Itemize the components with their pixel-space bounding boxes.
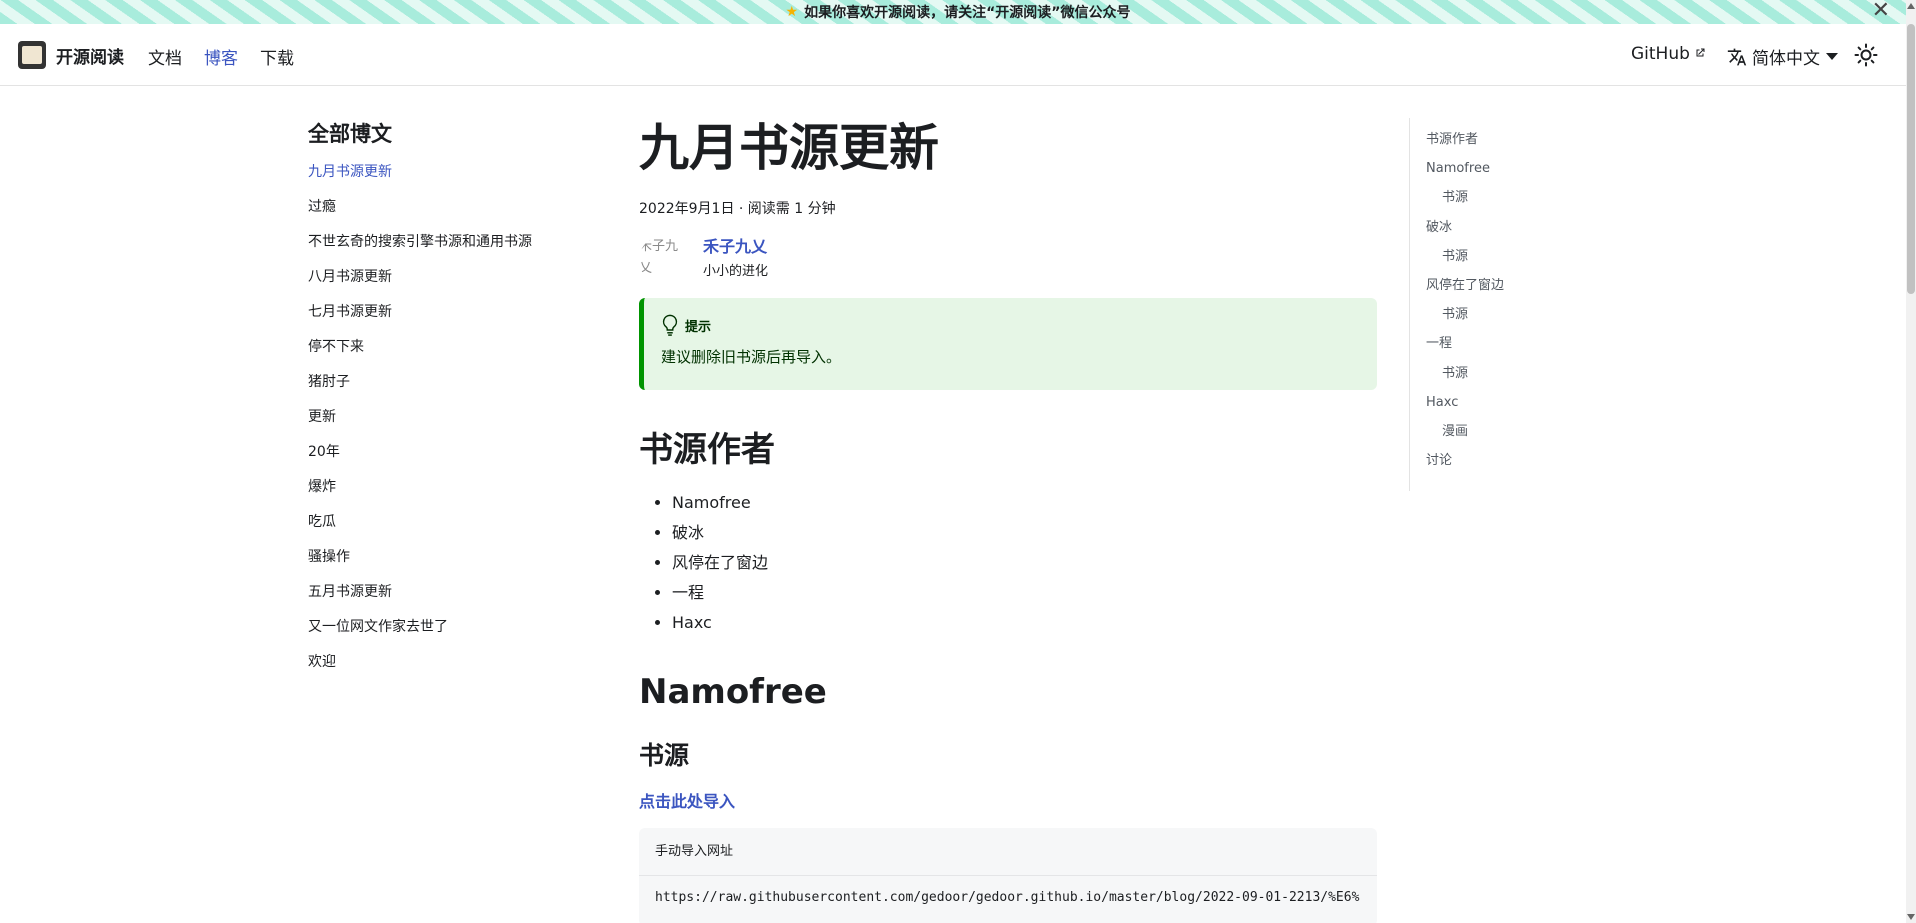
list-item: Namofree: [672, 488, 1377, 518]
sidebar-item-post[interactable]: 爆炸: [308, 477, 568, 512]
toc-item[interactable]: 一程: [1426, 334, 1609, 363]
toc-subitem[interactable]: 书源: [1426, 247, 1609, 276]
code-block-title: 手动导入网址: [639, 828, 1377, 876]
external-link-icon: [1694, 47, 1706, 62]
post-meta: 2022年9月1日 · 阅读需 1 分钟: [639, 201, 836, 217]
toc-item[interactable]: 讨论: [1426, 451, 1609, 480]
theme-toggle-button[interactable]: [1854, 43, 1878, 67]
github-link[interactable]: GitHub: [1631, 44, 1706, 64]
list-item: 破冰: [672, 518, 1377, 548]
list-item: Haxc: [672, 608, 1377, 638]
tip-label: 提示: [685, 319, 712, 335]
author-name-link[interactable]: 禾子九乂: [703, 236, 768, 258]
toc-item[interactable]: 破冰: [1426, 218, 1609, 247]
scrollbar[interactable]: [1906, 0, 1916, 923]
nav-link-blog[interactable]: 博客: [204, 44, 238, 69]
toc-item[interactable]: Haxc: [1426, 393, 1609, 422]
sidebar-item-post[interactable]: 七月书源更新: [308, 302, 568, 337]
logo-icon: [18, 41, 46, 69]
post-title: 九月书源更新: [639, 119, 939, 177]
tip-text: 建议删除旧书源后再导入。: [661, 348, 842, 366]
import-link[interactable]: 点击此处导入: [639, 788, 1377, 812]
scroll-up-icon[interactable]: [1907, 3, 1915, 9]
toc-subitem[interactable]: 书源: [1426, 305, 1609, 334]
sidebar-item-post[interactable]: 20年: [308, 442, 568, 477]
scroll-down-icon[interactable]: [1907, 914, 1915, 920]
table-of-contents: 书源作者 Namofree 书源 破冰 书源 风停在了窗边 书源 一程 书源 H…: [1409, 118, 1609, 491]
list-item: 风停在了窗边: [672, 548, 1377, 578]
sidebar-title: 全部博文: [308, 122, 392, 146]
language-label: 简体中文: [1752, 49, 1820, 69]
sidebar-item-post[interactable]: 骚操作: [308, 547, 568, 582]
sidebar-item-post[interactable]: 五月书源更新: [308, 582, 568, 617]
sidebar-item-post[interactable]: 猪肘子: [308, 372, 568, 407]
announcement-text: 如果你喜欢开源阅读，请关注“开源阅读”微信公众号: [804, 5, 1131, 21]
toc-item[interactable]: 书源作者: [1426, 130, 1609, 159]
chevron-down-icon: [1826, 53, 1838, 60]
toc-subitem[interactable]: 漫画: [1426, 422, 1609, 451]
avatar[interactable]: 禾子九乂: [639, 236, 687, 284]
author-description: 小小的进化: [703, 264, 769, 279]
nav-link-download[interactable]: 下载: [260, 44, 294, 69]
language-dropdown[interactable]: 简体中文: [1727, 44, 1838, 69]
sidebar-item-post[interactable]: 停不下来: [308, 337, 568, 372]
brand-title: 开源阅读: [56, 47, 124, 68]
sidebar-item-post[interactable]: 吃瓜: [308, 512, 568, 547]
sidebar-item-post[interactable]: 九月书源更新: [308, 162, 568, 197]
code-block: 手动导入网址 https://raw.githubusercontent.com…: [639, 828, 1377, 923]
toc-item[interactable]: Namofree: [1426, 159, 1609, 188]
sidebar-item-post[interactable]: 八月书源更新: [308, 267, 568, 302]
nav-link-docs[interactable]: 文档: [148, 44, 182, 69]
sidebar-item-post[interactable]: 不世玄奇的搜索引擎书源和通用书源: [308, 232, 568, 267]
toc-subitem[interactable]: 书源: [1426, 364, 1609, 393]
scrollbar-thumb[interactable]: [1907, 24, 1915, 294]
heading-book-source: 书源: [639, 741, 690, 770]
sidebar-item-post[interactable]: 更新: [308, 407, 568, 442]
blog-sidebar: 全部博文 九月书源更新 过瘾 不世玄奇的搜索引擎书源和通用书源 八月书源更新 七…: [308, 118, 568, 687]
brand-link[interactable]: 开源阅读: [18, 41, 124, 69]
navbar: 开源阅读 文档 博客 下载 GitHub 简体中文: [0, 24, 1916, 86]
post-content: 九月书源更新 2022年9月1日 · 阅读需 1 分钟 禾子九乂 禾子九乂 小小…: [639, 112, 1377, 923]
authors-list: Namofree 破冰 风停在了窗边 一程 Haxc: [639, 488, 1377, 638]
author-card: 禾子九乂 禾子九乂 小小的进化: [639, 236, 1377, 284]
list-item: 一程: [672, 578, 1377, 608]
close-icon[interactable]: ✕: [1872, 0, 1890, 24]
toc-item[interactable]: 风停在了窗边: [1426, 276, 1609, 305]
heading-authors: 书源作者: [639, 430, 775, 470]
heading-namofree: Namofree: [639, 672, 827, 712]
toc-subitem[interactable]: 书源: [1426, 188, 1609, 217]
lightbulb-icon: [662, 314, 678, 336]
code-block-content[interactable]: https://raw.githubusercontent.com/gedoor…: [639, 876, 1377, 923]
sidebar-item-post[interactable]: 过瘾: [308, 197, 568, 232]
sidebar-item-post[interactable]: 欢迎: [308, 652, 568, 687]
sun-icon: [1854, 43, 1878, 67]
github-label: GitHub: [1631, 44, 1690, 64]
translate-icon: [1727, 47, 1747, 67]
announcement-bar: ★ 如果你喜欢开源阅读，请关注“开源阅读”微信公众号 ✕: [0, 0, 1916, 24]
sidebar-item-post[interactable]: 又一位网文作家去世了: [308, 617, 568, 652]
tip-admonition: 提示 建议删除旧书源后再导入。: [639, 298, 1377, 390]
star-icon: ★: [785, 4, 799, 20]
